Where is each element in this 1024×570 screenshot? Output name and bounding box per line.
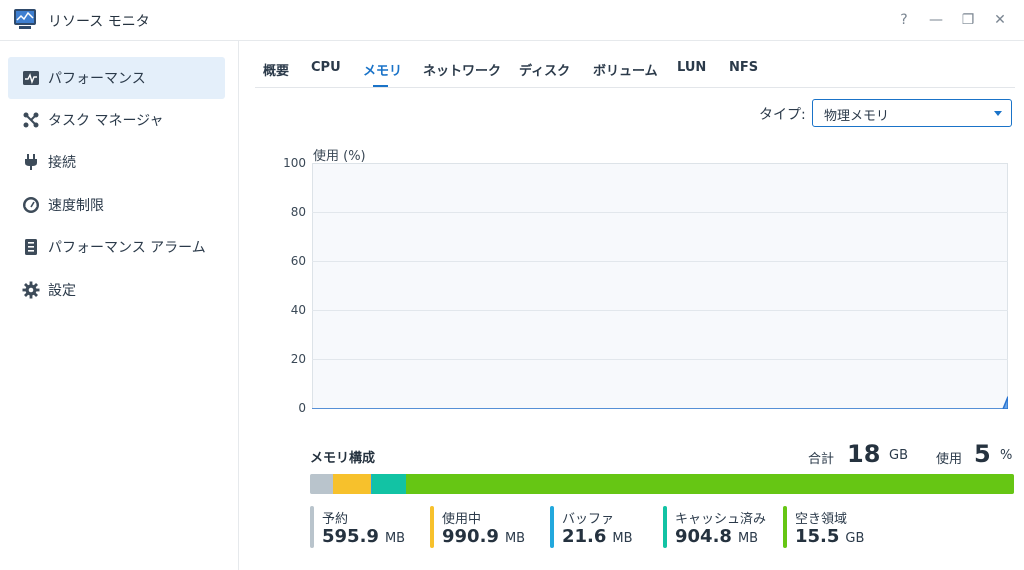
legend-unit: MB bbox=[504, 531, 526, 546]
y-tick-label: 60 bbox=[290, 254, 306, 268]
memory-usage-area bbox=[312, 396, 1008, 409]
legend-value: 15.5 bbox=[795, 526, 840, 547]
legend-unit: MB bbox=[612, 531, 633, 546]
sidebar-item-settings[interactable]: 設定 bbox=[8, 269, 225, 311]
total-value: 18 bbox=[847, 440, 881, 468]
y-axis-title: 使用 (%) bbox=[313, 149, 366, 164]
legend-color-reserved bbox=[310, 506, 314, 548]
memory-composition-title: メモリ構成 bbox=[310, 451, 376, 466]
used-label: 使用 bbox=[936, 452, 963, 467]
y-tick-label: 80 bbox=[290, 205, 306, 219]
legend-unit: GB bbox=[845, 531, 865, 546]
tab-lun[interactable]: LUN bbox=[677, 60, 706, 75]
tab-cpu[interactable]: CPU bbox=[311, 60, 341, 75]
help-icon[interactable]: ? bbox=[894, 10, 914, 30]
task-manager-icon bbox=[22, 111, 40, 129]
title-bar: リソース モニタ ? — ❐ ✕ bbox=[0, 0, 1024, 41]
memory-usage-area-series bbox=[312, 396, 1008, 409]
memory-type-value: 物理メモリ bbox=[824, 109, 890, 124]
legend-value: 990.9 bbox=[442, 526, 499, 547]
tab-network[interactable]: ネットワーク bbox=[423, 60, 501, 79]
sidebar-item-label: タスク マネージャ bbox=[48, 113, 164, 129]
sidebar-item-performance-alarm[interactable]: パフォーマンス アラーム bbox=[8, 226, 225, 268]
close-icon[interactable]: ✕ bbox=[990, 10, 1010, 30]
sidebar-item-label: パフォーマンス アラーム bbox=[48, 240, 206, 256]
memory-segment bbox=[333, 474, 372, 494]
type-label: タイプ: bbox=[759, 107, 806, 123]
minimize-icon[interactable]: — bbox=[926, 10, 946, 30]
used-unit: % bbox=[1000, 448, 1013, 463]
tab-volume[interactable]: ボリューム bbox=[593, 60, 658, 79]
sidebar: パフォーマンス タスク マネージャ 接続 速度制限 パフォーマンス アラーム 設… bbox=[0, 41, 239, 570]
tab-memory[interactable]: メモリ bbox=[363, 60, 402, 79]
legend-name: バッファ bbox=[562, 512, 615, 527]
resource-monitor-app-icon bbox=[13, 8, 37, 30]
legend-value: 595.9 bbox=[322, 526, 379, 547]
restore-icon[interactable]: ❐ bbox=[958, 10, 978, 30]
memory-segment bbox=[310, 474, 334, 494]
legend-color-free bbox=[783, 506, 787, 548]
legend-value: 904.8 bbox=[675, 526, 732, 547]
legend-unit: MB bbox=[384, 531, 406, 546]
tab-overview[interactable]: 概要 bbox=[263, 60, 289, 79]
memory-type-select[interactable]: 物理メモリ bbox=[812, 99, 1012, 127]
y-tick-label: 40 bbox=[290, 303, 306, 317]
legend-name: 予約 bbox=[322, 512, 349, 527]
total-unit: GB bbox=[889, 448, 908, 463]
alarm-list-icon bbox=[22, 238, 40, 256]
gear-icon bbox=[22, 281, 40, 299]
memory-segment bbox=[372, 474, 407, 494]
sidebar-item-connections[interactable]: 接続 bbox=[8, 141, 225, 183]
legend-color-buffer bbox=[550, 506, 554, 548]
active-tab-indicator bbox=[373, 85, 388, 87]
tab-disk[interactable]: ディスク bbox=[519, 60, 570, 79]
tab-nfs[interactable]: NFS bbox=[729, 60, 758, 75]
y-tick-label: 100 bbox=[283, 156, 306, 170]
legend-color-in-use bbox=[430, 506, 434, 548]
legend-name: キャッシュ済み bbox=[675, 512, 767, 527]
legend-color-cached bbox=[663, 506, 667, 548]
y-tick-label: 20 bbox=[290, 352, 306, 366]
legend-name: 使用中 bbox=[442, 512, 482, 527]
memory-composition-bar bbox=[310, 474, 1014, 494]
sidebar-item-label: パフォーマンス bbox=[48, 71, 146, 87]
tab-bar: 概要 CPU メモリ ネットワーク ディスク ボリューム LUN NFS bbox=[255, 58, 1015, 88]
memory-segment bbox=[406, 474, 1014, 494]
legend-unit: MB bbox=[737, 531, 759, 546]
total-label: 合計 bbox=[808, 452, 835, 467]
sidebar-item-label: 設定 bbox=[48, 283, 76, 299]
sidebar-item-label: 接続 bbox=[48, 155, 76, 171]
performance-chart-icon bbox=[22, 69, 40, 87]
sidebar-item-performance[interactable]: パフォーマンス bbox=[8, 57, 225, 99]
legend-name: 空き領域 bbox=[795, 512, 848, 527]
used-value: 5 bbox=[974, 440, 991, 468]
sidebar-item-label: 速度制限 bbox=[48, 198, 104, 214]
sidebar-item-task-manager[interactable]: タスク マネージャ bbox=[8, 99, 225, 141]
plug-icon bbox=[22, 153, 40, 171]
sidebar-item-speed-limit[interactable]: 速度制限 bbox=[8, 184, 225, 226]
chevron-down-icon bbox=[994, 111, 1002, 116]
speedometer-icon bbox=[22, 196, 40, 214]
y-tick-label: 0 bbox=[298, 401, 306, 415]
window-title: リソース モニタ bbox=[48, 14, 150, 30]
legend-value: 21.6 bbox=[562, 526, 607, 547]
